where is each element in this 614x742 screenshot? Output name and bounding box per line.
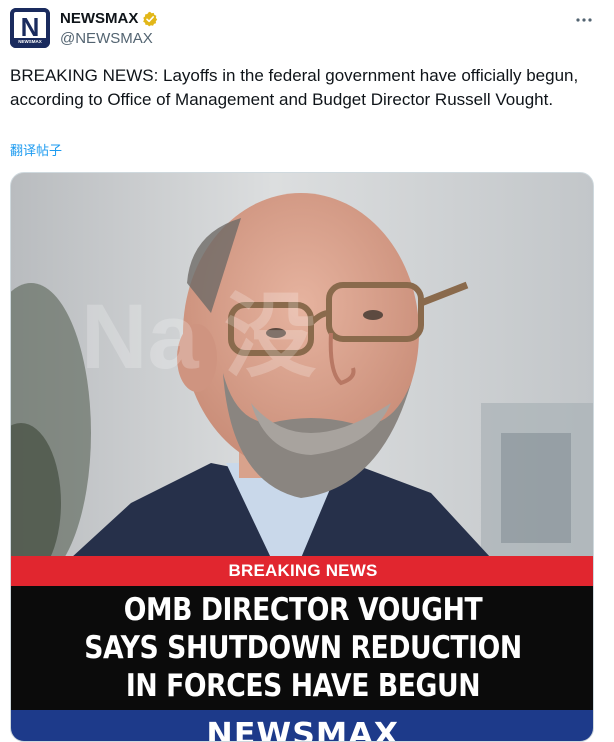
post-media[interactable]: Na 没 BREAKING NEWS OMB DIRECTOR VOUGHT S… — [10, 172, 594, 742]
headline-line-1: OMB DIRECTOR VOUGHT — [123, 592, 483, 628]
author-handle[interactable]: @NEWSMAX — [60, 30, 153, 48]
brand-wordmark: NEWSMAX — [206, 717, 400, 742]
display-name-text: NEWSMAX — [60, 10, 139, 27]
breaking-news-banner: BREAKING NEWS — [11, 556, 593, 586]
more-options-button[interactable] — [570, 8, 598, 32]
headline-banner: OMB DIRECTOR VOUGHT SAYS SHUTDOWN REDUCT… — [11, 586, 593, 710]
author-display-name[interactable]: NEWSMAX — [60, 10, 158, 28]
headline-line-2: SAYS SHUTDOWN REDUCTION — [84, 630, 522, 666]
watermark-text: Na 没 — [81, 286, 316, 388]
avatar-letter: N — [21, 12, 40, 42]
news-photo: Na 没 — [11, 173, 593, 558]
more-horizontal-icon — [576, 18, 592, 22]
post-text: BREAKING NEWS: Layoffs in the federal go… — [10, 66, 579, 109]
verified-badge-icon[interactable] — [142, 11, 158, 27]
avatar-caption: NEWSMAX — [18, 39, 42, 44]
avatar[interactable]: N NEWSMAX — [10, 8, 50, 48]
newsmax-logo-icon: N NEWSMAX — [10, 8, 50, 48]
brand-banner: NEWSMAX — [11, 710, 593, 742]
translate-post-link[interactable]: 翻译帖子 — [10, 143, 62, 159]
post-header: N NEWSMAX NEWSMAX @NEWSMAX — [0, 0, 614, 56]
headline-line-3: IN FORCES HAVE BEGUN — [125, 668, 481, 704]
